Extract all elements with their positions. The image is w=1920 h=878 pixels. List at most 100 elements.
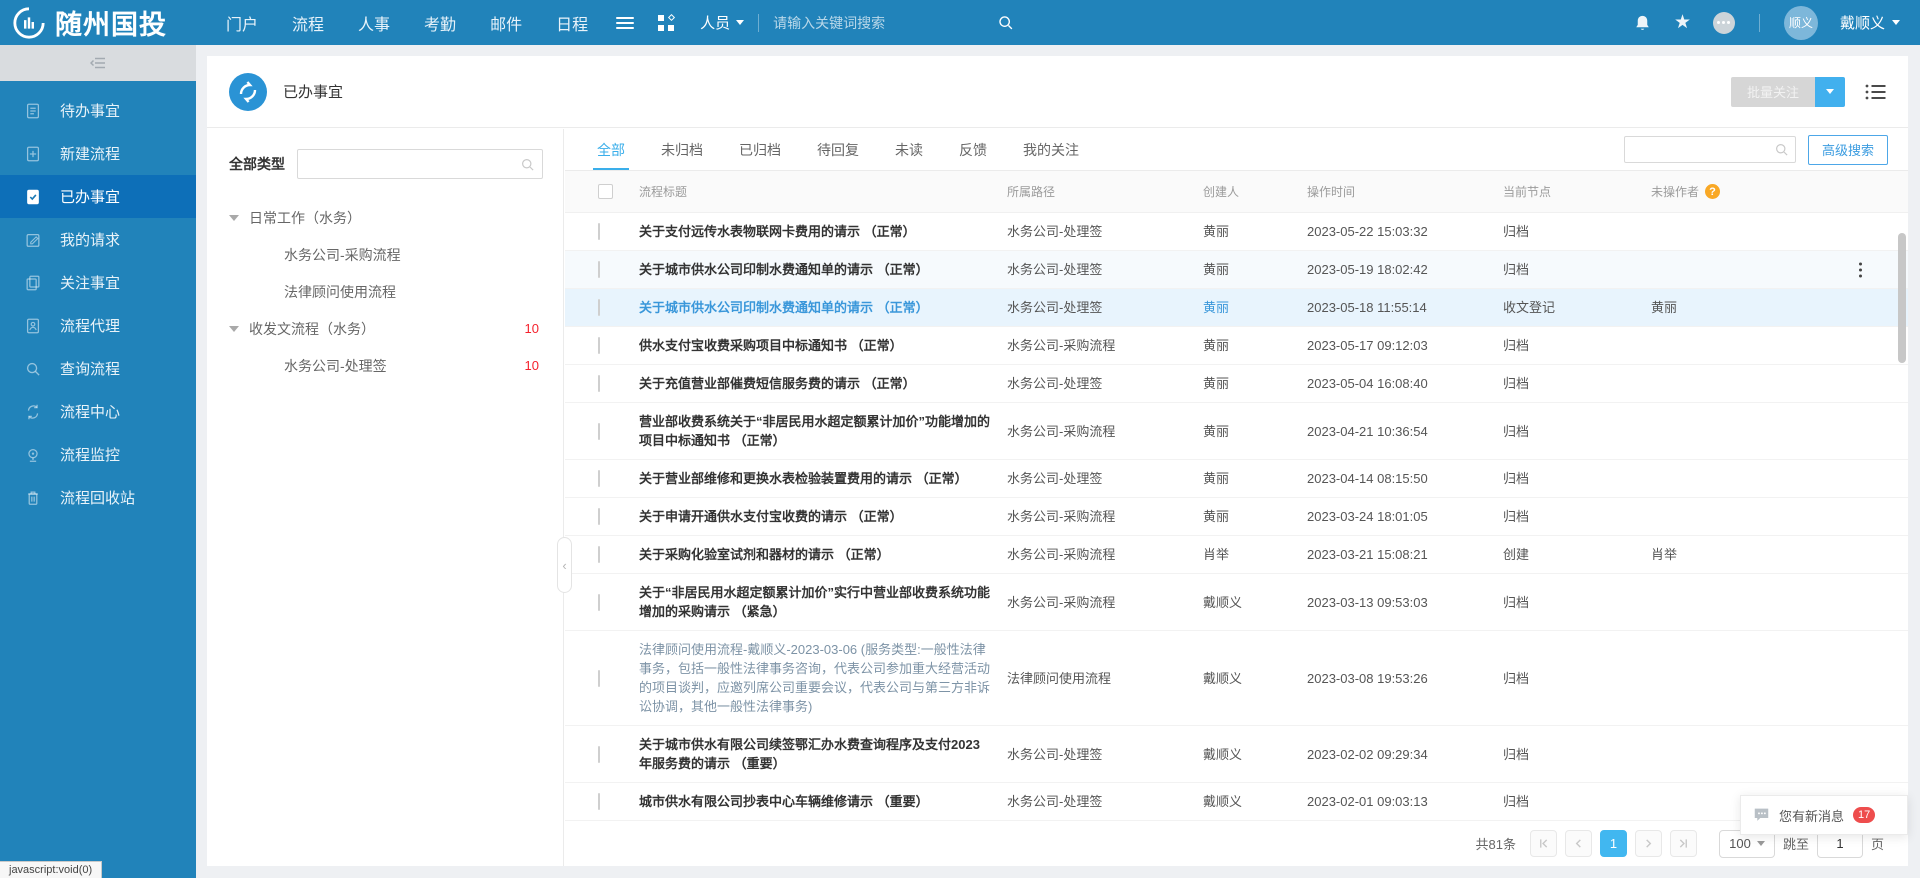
user-avatar[interactable]: 顺义 [1784, 6, 1818, 40]
select-all-checkbox[interactable] [598, 184, 613, 199]
flow-title-link[interactable]: 城市供水有限公司抄表中心车辆维修请示 （重要） [639, 792, 991, 811]
flow-title-link[interactable]: 法律顾问使用流程-戴顺义-2023-03-06 (服务类型:一般性法律事务，包括… [639, 640, 991, 716]
tree-expand-caret-icon[interactable] [229, 215, 239, 221]
row-checkbox[interactable] [598, 337, 600, 354]
sidebar-item[interactable]: 我的请求 [0, 218, 196, 261]
favorites-star-icon[interactable]: ★ [1674, 13, 1691, 32]
tree-expand-caret-icon[interactable] [229, 326, 239, 332]
menu-hamburger-icon[interactable] [616, 17, 634, 29]
row-checkbox[interactable] [598, 423, 600, 440]
row-checkbox[interactable] [598, 375, 600, 392]
row-checkbox[interactable] [598, 670, 600, 687]
sidebar-item[interactable]: 关注事宜 [0, 261, 196, 304]
tree-node[interactable]: 日常工作（水务） [229, 199, 543, 236]
new-message-toast[interactable]: 您有新消息 17 [1740, 795, 1908, 835]
row-checkbox[interactable] [598, 223, 600, 240]
sidebar-item[interactable]: 流程代理 [0, 304, 196, 347]
batch-follow-dropdown-button[interactable] [1815, 77, 1845, 107]
flow-title-link[interactable]: 关于城市供水有限公司续签鄂汇办水费查询程序及支付2023年服务费的请示 （重要） [639, 735, 991, 773]
row-checkbox[interactable] [598, 508, 600, 525]
more-options-icon[interactable] [1713, 12, 1735, 34]
scrollbar[interactable] [1898, 215, 1906, 819]
user-menu[interactable]: 戴顺义 [1840, 12, 1900, 33]
list-search-input[interactable] [1624, 136, 1796, 163]
top-nav-item[interactable]: 门户 [226, 11, 258, 35]
flow-title-link[interactable]: 供水支付宝收费采购项目中标通知书 （正常） [639, 336, 991, 355]
chevron-down-icon [1826, 89, 1834, 94]
sidebar-item[interactable]: 待办事宜 [0, 89, 196, 132]
list-panel: ‹ 全部未归档已归档待回复未读反馈我的关注 高级搜索 流程标题所属路径创建人操作… [565, 129, 1908, 866]
search-icon[interactable] [997, 14, 1014, 31]
flow-time: 2023-03-24 18:01:05 [1307, 507, 1503, 526]
flow-node: 归档 [1503, 792, 1651, 811]
global-search-input[interactable] [773, 15, 945, 31]
flow-title-link[interactable]: 关于城市供水公司印制水费通知单的请示 （正常） [639, 260, 991, 279]
tree-search-input[interactable] [297, 149, 543, 179]
row-checkbox[interactable] [598, 261, 600, 278]
row-checkbox-cell [565, 224, 639, 239]
flow-title-link[interactable]: 关于城市供水公司印制水费通知单的请示 （正常） [639, 298, 991, 317]
row-checkbox[interactable] [598, 299, 600, 316]
chevron-down-icon [1892, 20, 1900, 25]
list-view-icon[interactable] [1865, 83, 1886, 101]
tab-5[interactable]: 未读 [895, 129, 923, 170]
flow-title-link[interactable]: 关于采购化验室试剂和器材的请示 （正常） [639, 545, 991, 564]
top-nav-item[interactable]: 邮件 [490, 11, 522, 35]
pagination: 共81条 1 100 跳至 [565, 821, 1908, 866]
tab-4[interactable]: 待回复 [817, 129, 859, 170]
row-checkbox[interactable] [598, 746, 600, 763]
flow-title-link[interactable]: 营业部收费系统关于“非居民用水超定额累计加价”功能增加的项目中标通知书 （正常） [639, 412, 991, 450]
flow-title-link[interactable]: 关于申请开通供水支付宝收费的请示 （正常） [639, 507, 991, 526]
tab-2[interactable]: 未归档 [661, 129, 703, 170]
row-checkbox[interactable] [598, 546, 600, 563]
last-page-button[interactable] [1670, 830, 1697, 857]
batch-follow-button[interactable]: 批量关注 [1731, 77, 1815, 107]
flow-title-link[interactable]: 关于充值营业部催费短信服务费的请示 （正常） [639, 374, 991, 393]
bell-icon[interactable] [1633, 13, 1652, 33]
tree-node[interactable]: 水务公司-采购流程 [229, 236, 543, 273]
new-flow-icon [24, 145, 42, 163]
tree-node[interactable]: 法律顾问使用流程 [229, 273, 543, 310]
tab-3[interactable]: 已归档 [739, 129, 781, 170]
sidebar-item[interactable]: 流程监控 [0, 433, 196, 476]
flow-title-link[interactable]: 关于“非居民用水超定额累计加价”实行中营业部收费系统功能增加的采购请示 （紧急） [639, 583, 991, 621]
sidebar-item[interactable]: 流程回收站 [0, 476, 196, 519]
top-nav-item[interactable]: 人事 [358, 11, 390, 35]
table-row: 营业部收费系统关于“非居民用水超定额累计加价”功能增加的项目中标通知书 （正常）… [565, 403, 1908, 460]
flow-pending-operator: 黄丽 [1651, 298, 1858, 317]
advanced-search-button[interactable]: 高级搜索 [1808, 135, 1888, 165]
flow-time: 2023-03-21 15:08:21 [1307, 545, 1503, 564]
sidebar-collapse-toggle[interactable] [0, 45, 196, 81]
sidebar-item[interactable]: 新建流程 [0, 132, 196, 175]
sidebar-item-label: 流程回收站 [60, 487, 135, 508]
top-nav-item[interactable]: 流程 [292, 11, 324, 35]
row-checkbox[interactable] [598, 470, 600, 487]
top-nav-item[interactable]: 日程 [556, 11, 588, 35]
sidebar-item-label: 我的请求 [60, 229, 120, 250]
tree-node[interactable]: 水务公司-处理签10 [229, 347, 543, 384]
row-actions-kebab-icon[interactable] [1855, 258, 1866, 281]
apps-grid-icon[interactable] [658, 15, 674, 31]
page-number-button[interactable]: 1 [1600, 830, 1627, 857]
flow-title-link[interactable]: 关于营业部维修和更换水表检验装置费用的请示 （正常） [639, 469, 991, 488]
row-checkbox[interactable] [598, 594, 600, 611]
people-menu[interactable]: 人员 [700, 12, 744, 33]
prev-page-button[interactable] [1565, 830, 1592, 857]
tab-7[interactable]: 我的关注 [1023, 129, 1079, 170]
next-page-button[interactable] [1635, 830, 1662, 857]
sidebar-item[interactable]: 已办事宜 [0, 175, 196, 218]
column-header-label: 所属路径 [1007, 183, 1055, 200]
sidebar-item[interactable]: 流程中心 [0, 390, 196, 433]
tree-node[interactable]: 收发文流程（水务）10 [229, 310, 543, 347]
scrollbar-thumb[interactable] [1898, 233, 1906, 363]
tab-6[interactable]: 反馈 [959, 129, 987, 170]
top-nav-item[interactable]: 考勤 [424, 11, 456, 35]
panel-collapse-handle[interactable]: ‹ [557, 537, 572, 593]
row-checkbox[interactable] [598, 793, 600, 810]
first-page-button[interactable] [1530, 830, 1557, 857]
tab-1[interactable]: 全部 [597, 129, 625, 170]
sidebar-item[interactable]: 查询流程 [0, 347, 196, 390]
table-row: 法律顾问使用流程-戴顺义-2023-03-06 (服务类型:一般性法律事务，包括… [565, 631, 1908, 726]
flow-title-link[interactable]: 关于支付远传水表物联网卡费用的请示 （正常） [639, 222, 991, 241]
help-question-icon[interactable]: ? [1705, 184, 1720, 199]
